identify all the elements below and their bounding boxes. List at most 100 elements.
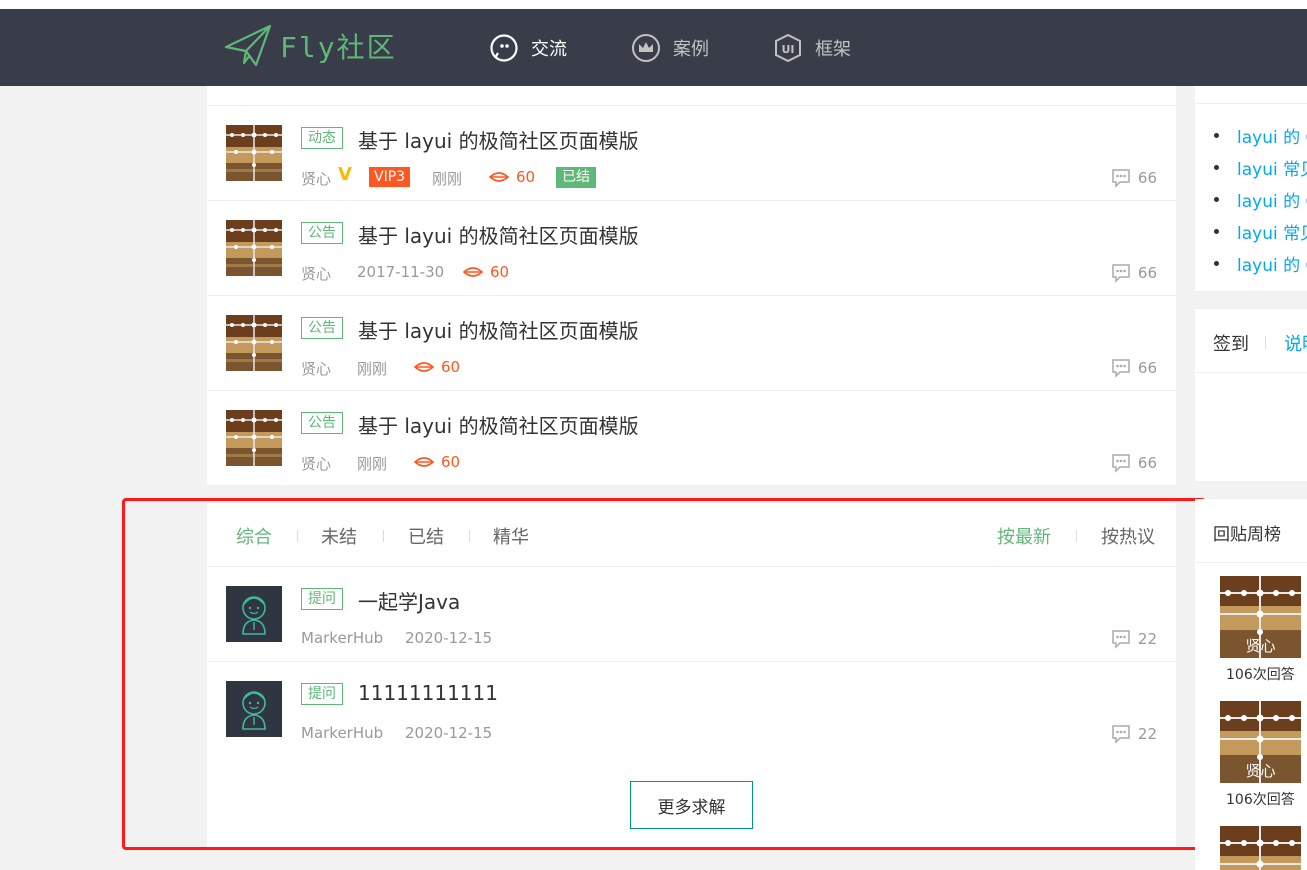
reply-number: 66 <box>1137 169 1157 187</box>
post-author[interactable]: 贤心 <box>301 263 331 284</box>
post-time: 刚刚 <box>357 455 388 473</box>
sidebar-link-text[interactable]: layui 常见 <box>1237 219 1307 244</box>
user-avatar[interactable] <box>226 586 282 642</box>
reply-count: 66 <box>1111 263 1157 283</box>
question-badge: 提问 <box>301 683 343 705</box>
rank-title: 回贴周榜 <box>1213 525 1281 545</box>
question-row[interactable]: 提问 11111111111 MarkerHub 2020-12-15 22 <box>207 662 1176 757</box>
post-row[interactable]: 动态 基于 layui 的极简社区页面模版 贤心 V VIP3 刚刚 60 已结… <box>207 106 1176 201</box>
rank-user-card[interactable]: 贤心 <box>1220 701 1301 783</box>
user-avatar[interactable] <box>226 681 282 737</box>
reply-rank-panel: 回贴周榜 <box>1195 499 1307 870</box>
post-badge: 公告 <box>301 317 343 339</box>
post-title[interactable]: 基于 layui 的极简社区页面模版 <box>358 125 639 154</box>
chat-icon <box>489 33 519 63</box>
question-date: 2020-12-15 <box>405 629 493 647</box>
question-title[interactable]: 一起学Java <box>358 586 460 615</box>
status-badge: 已结 <box>556 167 596 188</box>
ui-icon: UI <box>773 33 803 63</box>
post-title[interactable]: 基于 layui 的极简社区页面模版 <box>358 315 639 344</box>
eye-icon <box>463 267 483 277</box>
rank-user-card[interactable] <box>1220 826 1301 870</box>
reply-number: 66 <box>1137 264 1157 282</box>
reply-number: 22 <box>1137 725 1157 743</box>
sidebar-link-text[interactable]: layui 的 G <box>1237 251 1307 276</box>
question-author[interactable]: MarkerHub <box>301 629 383 647</box>
sidebar-link[interactable]: layui 常见 <box>1214 155 1307 180</box>
post-badge: 动态 <box>301 127 343 149</box>
sidebar-link-text[interactable]: layui 的 G <box>1237 187 1307 212</box>
question-row[interactable]: 提问 一起学Java MarkerHub 2020-12-15 22 <box>207 567 1176 662</box>
views-count: 60 <box>441 453 461 471</box>
post-time: 刚刚 <box>432 170 463 188</box>
nav-item-chat[interactable]: 交流 <box>489 33 567 63</box>
signin-tab[interactable]: 签到 <box>1213 330 1249 356</box>
post-title[interactable]: 基于 layui 的极简社区页面模版 <box>358 410 639 439</box>
sidebar-link-text[interactable]: layui 的 G <box>1237 123 1307 148</box>
sidebar-link[interactable]: layui 的 G <box>1214 251 1307 276</box>
eye-icon <box>489 172 509 182</box>
crown-icon <box>631 33 661 63</box>
reply-count: 66 <box>1111 453 1157 473</box>
more-questions-button[interactable]: 更多求解 <box>630 781 753 829</box>
top-header: Fly社区 交流 案例 UI 框架 <box>0 9 1307 86</box>
comment-icon <box>1112 169 1130 187</box>
post-row[interactable]: 公告 基于 layui 的极简社区页面模版 贤心 刚刚 60 66 <box>207 296 1176 391</box>
sort-divider <box>1076 530 1077 542</box>
reply-count: 66 <box>1111 168 1157 188</box>
signin-help-link[interactable]: 说明 <box>1284 330 1307 356</box>
eye-icon <box>414 457 434 467</box>
rank-reply-count: 106次回答 <box>1226 792 1295 808</box>
post-time: 2017-11-30 <box>357 263 445 281</box>
eye-icon <box>414 362 434 372</box>
rank-user-card[interactable]: 贤心 <box>1220 576 1301 658</box>
nav-item-framework[interactable]: UI 框架 <box>773 33 851 63</box>
question-author[interactable]: MarkerHub <box>301 724 383 742</box>
filter-bar: 综合 未结 已结 精华 按最新 按热议 <box>207 503 1176 567</box>
reply-count: 22 <box>1111 629 1157 649</box>
tab-featured[interactable]: 精华 <box>493 523 529 549</box>
post-badge: 公告 <box>301 412 343 434</box>
tab-all[interactable]: 综合 <box>236 523 272 549</box>
post-author[interactable]: 贤心 <box>301 168 331 189</box>
tab-divider <box>297 530 298 542</box>
views-count: 60 <box>516 168 536 186</box>
logo-text: Fly社区 <box>280 31 397 64</box>
svg-text:UI: UI <box>781 43 794 56</box>
post-row[interactable]: 公告 基于 layui 的极简社区页面模版 贤心 2017-11-30 60 6… <box>207 201 1176 296</box>
avatar[interactable] <box>226 125 282 181</box>
top-border <box>0 0 1307 9</box>
reply-count: 66 <box>1111 358 1157 378</box>
tab-solved[interactable]: 已结 <box>408 523 444 549</box>
tab-divider <box>469 530 470 542</box>
post-views: 60 <box>488 168 535 186</box>
verified-icon: V <box>338 164 352 185</box>
post-author[interactable]: 贤心 <box>301 453 331 474</box>
avatar[interactable] <box>226 410 282 466</box>
question-badge: 提问 <box>301 588 343 610</box>
signin-panel: 签到 说明 <box>1195 309 1307 481</box>
rank-user-name: 贤心 <box>1245 762 1276 780</box>
site-logo[interactable]: Fly社区 <box>224 23 397 69</box>
question-date: 2020-12-15 <box>405 724 493 742</box>
paper-plane-icon <box>224 24 272 67</box>
avatar[interactable] <box>226 315 282 371</box>
post-row[interactable]: 公告 基于 layui 的极简社区页面模版 贤心 刚刚 60 66 <box>207 391 1176 486</box>
sidebar-link[interactable]: layui 常见 <box>1214 219 1307 244</box>
sidebar-link[interactable]: layui 的 G <box>1214 187 1307 212</box>
nav-item-cases[interactable]: 案例 <box>631 33 709 63</box>
sidebar-link[interactable]: layui 的 G <box>1214 123 1307 148</box>
tab-divider <box>1265 336 1266 349</box>
comment-icon <box>1112 359 1130 377</box>
post-author[interactable]: 贤心 <box>301 358 331 379</box>
tab-unsolved[interactable]: 未结 <box>321 523 357 549</box>
sort-newest[interactable]: 按最新 <box>997 523 1051 549</box>
rank-avatar <box>1220 826 1301 870</box>
question-title[interactable]: 11111111111 <box>358 681 498 705</box>
comment-icon <box>1112 725 1130 743</box>
avatar[interactable] <box>226 220 282 276</box>
sort-hottest[interactable]: 按热议 <box>1101 523 1155 549</box>
sidebar-link-text[interactable]: layui 常见 <box>1237 155 1307 180</box>
post-title[interactable]: 基于 layui 的极简社区页面模版 <box>358 220 639 249</box>
nav-label-chat: 交流 <box>531 39 567 60</box>
